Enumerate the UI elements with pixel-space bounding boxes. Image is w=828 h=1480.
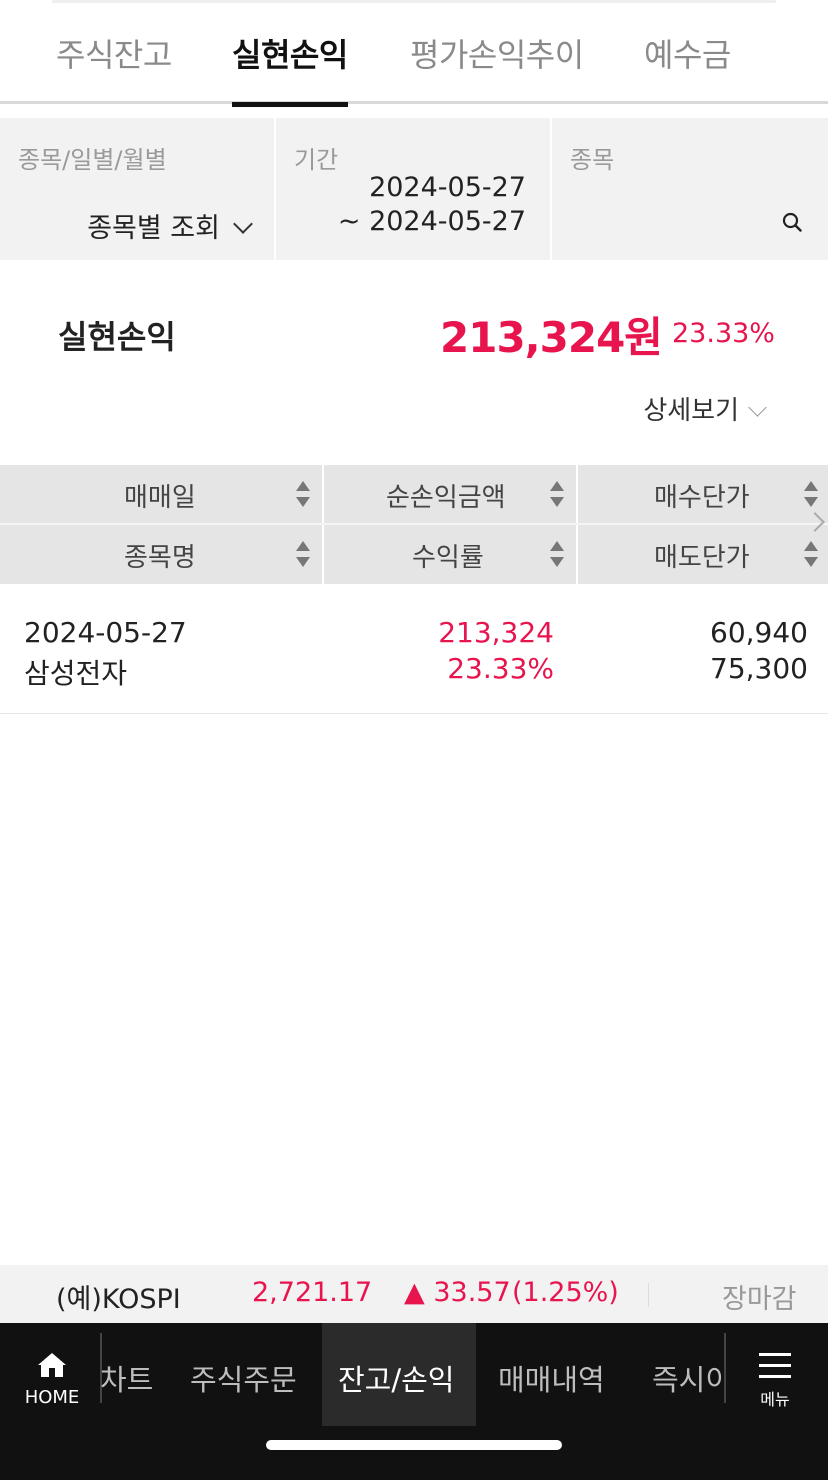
nav-instant[interactable]: 즉시이 xyxy=(652,1357,724,1399)
header-trade-date[interactable]: 매매일 xyxy=(0,465,322,523)
index-change-pct: (1.25%) xyxy=(512,1277,619,1308)
home-indicator xyxy=(266,1440,562,1450)
mode-filter[interactable]: 종목/일별/월별 종목별 조회 xyxy=(0,118,274,260)
summary-rate: 23.33% xyxy=(672,318,775,349)
mode-select-value: 종목별 조회 xyxy=(87,213,220,244)
filter-bar: 종목/일별/월별 종목별 조회 기간 2024-05-27 ~ 2024-05-… xyxy=(0,118,828,260)
search-icon[interactable] xyxy=(782,212,802,232)
detail-label: 상세보기 xyxy=(643,396,739,426)
hamburger-icon xyxy=(759,1353,791,1356)
index-change: ▲ 33.57 xyxy=(404,1277,511,1308)
divider xyxy=(724,1333,726,1403)
header-stock-name[interactable]: 종목명 xyxy=(0,525,322,583)
tab-valuation-trend[interactable]: 평가손익추이 xyxy=(410,30,584,104)
header-sell-price[interactable]: 매도단가 xyxy=(578,525,828,583)
nav-trade-history[interactable]: 매매내역 xyxy=(498,1357,605,1399)
tab-bar: 주식잔고 실현손익 평가손익추이 예수금 xyxy=(0,0,828,107)
buy-price: 60,940 xyxy=(710,616,808,649)
hamburger-icon-bar xyxy=(759,1364,791,1367)
hamburger-icon-bar xyxy=(759,1375,791,1378)
sort-icon xyxy=(804,541,818,569)
chevron-down-icon xyxy=(233,214,253,234)
mode-filter-label: 종목/일별/월별 xyxy=(18,146,167,174)
period-filter[interactable]: 기간 2024-05-27 ~ 2024-05-27 xyxy=(276,118,550,260)
sort-icon xyxy=(804,481,818,509)
home-button[interactable]: HOME xyxy=(20,1351,84,1408)
home-label: HOME xyxy=(24,1387,80,1408)
sort-icon xyxy=(550,541,564,569)
period-to: ~ 2024-05-27 xyxy=(337,206,526,237)
tab-stock-balance[interactable]: 주식잔고 xyxy=(56,30,172,104)
divider xyxy=(0,523,828,525)
summary-title: 실현손익 xyxy=(58,318,176,356)
bottom-nav: HOME 차트 주식주문 잔고/손익 매매내역 즉시이 메뉴 xyxy=(0,1323,828,1480)
stock-name: 삼성전자 xyxy=(24,657,128,690)
divider xyxy=(648,1283,649,1307)
index-name: (예)KOSPI xyxy=(56,1284,181,1315)
trade-date: 2024-05-27 xyxy=(24,616,187,649)
sort-icon xyxy=(296,481,310,509)
menu-label: 메뉴 xyxy=(760,1390,790,1409)
table-row[interactable]: 2024-05-27 삼성전자 213,324 23.33% 60,940 75… xyxy=(0,584,828,714)
sort-icon xyxy=(550,481,564,509)
chevron-down-icon xyxy=(748,398,767,417)
header-buy-price[interactable]: 매수단가 xyxy=(578,465,828,523)
menu-button[interactable]: 메뉴 xyxy=(758,1353,792,1410)
period-filter-label: 기간 xyxy=(294,146,339,174)
nav-stock-order[interactable]: 주식주문 xyxy=(190,1357,297,1399)
market-ticker[interactable]: (예)KOSPI 2,721.17 ▲ 33.57 (1.25%) 장마감 xyxy=(0,1265,828,1323)
detail-toggle[interactable]: 상세보기 xyxy=(643,390,767,427)
header-net-profit[interactable]: 순손익금액 xyxy=(324,465,576,523)
tab-realized-profit[interactable]: 실현손익 xyxy=(232,30,348,107)
stock-filter[interactable]: 종목 xyxy=(552,118,828,260)
header-return-rate[interactable]: 수익률 xyxy=(324,525,576,583)
nav-chart[interactable]: 차트 xyxy=(100,1357,153,1399)
sort-icon xyxy=(296,541,310,569)
index-value: 2,721.17 xyxy=(252,1277,373,1308)
return-rate: 23.33% xyxy=(447,652,554,685)
table-header: 매매일 순손익금액 매수단가 종목명 수익률 매도단가 xyxy=(0,465,828,584)
period-from: 2024-05-27 xyxy=(369,172,526,203)
home-icon xyxy=(38,1353,66,1377)
tab-deposit[interactable]: 예수금 xyxy=(644,30,731,104)
summary-amount: 213,324원 xyxy=(440,313,663,362)
sell-price: 75,300 xyxy=(710,652,808,685)
net-profit: 213,324 xyxy=(438,616,554,649)
nav-balance-profit[interactable]: 잔고/손익 xyxy=(338,1357,455,1399)
mode-select[interactable]: 종목별 조회 xyxy=(87,206,253,245)
stock-filter-label: 종목 xyxy=(570,146,615,174)
market-status: 장마감 xyxy=(722,1284,797,1315)
